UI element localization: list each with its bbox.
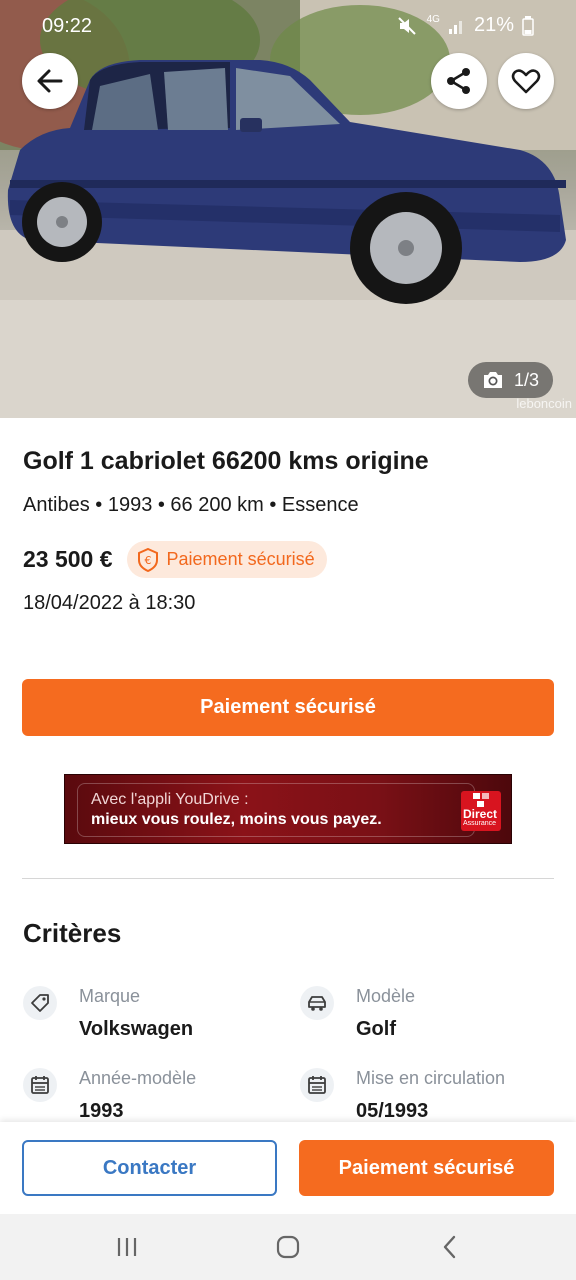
share-button[interactable] <box>431 53 487 109</box>
signal-icon <box>448 20 462 34</box>
tag-icon <box>23 986 57 1020</box>
ad-logo-text-2: Assurance <box>463 820 497 827</box>
recent-apps-icon <box>117 1238 137 1256</box>
secure-payment-button[interactable]: Paiement sécurisé <box>22 679 554 736</box>
battery-percent: 21% <box>473 14 514 36</box>
car-photo <box>0 0 576 418</box>
calendar-icon <box>23 1068 57 1102</box>
battery-icon <box>522 15 534 36</box>
listing-subtitle: Antibes • 1993 • 66 200 km • Essence <box>23 494 359 516</box>
secure-badge-label: Paiement sécurisé <box>166 549 315 569</box>
photo-counter[interactable]: 1/3 <box>468 362 553 398</box>
home-button[interactable] <box>268 1232 308 1262</box>
criteria-title: Critères <box>23 918 122 948</box>
price-row: 23 500 € € Paiement sécurisé <box>23 541 327 578</box>
direct-assurance-logo: Direct Assurance <box>461 791 501 831</box>
divider <box>22 878 554 879</box>
home-icon <box>276 1235 300 1259</box>
criterion-value: 1993 <box>79 1100 124 1122</box>
action-bar: Contacter Paiement sécurisé <box>0 1122 576 1214</box>
calendar-icon <box>300 1068 334 1102</box>
network-type: 4G <box>426 14 440 25</box>
ad-logo-text-1: Direct <box>463 807 498 821</box>
status-time: 09:22 <box>42 15 93 37</box>
listing-date: 18/04/2022 à 18:30 <box>23 592 196 614</box>
heart-icon <box>511 69 541 94</box>
system-nav-bar <box>0 1214 576 1280</box>
secure-payment-badge[interactable]: € Paiement sécurisé <box>126 541 327 578</box>
photo-counter-text: 1/3 <box>513 369 540 390</box>
share-icon <box>447 68 470 94</box>
ad-banner[interactable]: Avec l'appli YouDrive : mieux vous roule… <box>64 774 512 844</box>
car-icon <box>300 986 334 1020</box>
shield-euro-icon: € <box>137 547 158 572</box>
criterion-label: Modèle <box>356 986 416 1006</box>
recent-apps-button[interactable] <box>107 1232 147 1262</box>
svg-text:€: € <box>144 554 151 567</box>
criterion-value: Golf <box>356 1018 396 1040</box>
chevron-left-icon <box>443 1235 456 1259</box>
ad-line-1: Avec l'appli YouDrive : <box>91 791 249 808</box>
back-button[interactable] <box>22 53 78 109</box>
criterion-value: Volkswagen <box>79 1018 194 1040</box>
arrow-left-icon <box>37 69 63 93</box>
criterion-label: Marque <box>79 986 141 1006</box>
listing-photo[interactable]: 09:22 4G 21% 1/3 leboncoin <box>0 0 576 418</box>
mute-icon <box>397 16 416 35</box>
criterion-label: Mise en circulation <box>356 1068 506 1088</box>
favorite-button[interactable] <box>498 53 554 109</box>
status-bar: 09:22 4G 21% <box>0 0 576 52</box>
system-back-button[interactable] <box>430 1232 470 1262</box>
listing-price: 23 500 € <box>23 546 113 572</box>
listing-title: Golf 1 cabriolet 66200 kms origine <box>23 447 429 475</box>
pay-button[interactable]: Paiement sécurisé <box>299 1140 554 1196</box>
watermark: leboncoin <box>516 396 572 411</box>
criterion-label: Année-modèle <box>79 1068 197 1088</box>
criterion-value: 05/1993 <box>356 1100 429 1122</box>
camera-icon <box>483 372 502 388</box>
ad-line-2: mieux vous roulez, moins vous payez. <box>91 811 382 828</box>
logo-mark-icon <box>473 793 489 807</box>
contact-button[interactable]: Contacter <box>22 1140 277 1196</box>
